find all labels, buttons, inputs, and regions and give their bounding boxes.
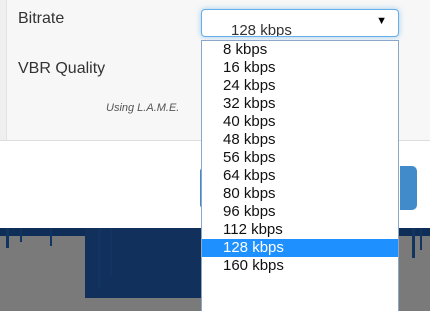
dropdown-option[interactable]: 112 kbps bbox=[202, 221, 398, 239]
waveform-peak bbox=[420, 228, 422, 250]
dropdown-option[interactable]: 32 kbps bbox=[202, 95, 398, 113]
dropdown-option[interactable]: 80 kbps bbox=[202, 185, 398, 203]
dropdown-option[interactable]: 128 kbps bbox=[202, 239, 398, 257]
waveform-peak bbox=[6, 228, 9, 248]
bitrate-select[interactable]: 128 kbps ▼ bbox=[201, 9, 399, 37]
dropdown-option[interactable]: 56 kbps bbox=[202, 149, 398, 167]
dropdown-option[interactable]: 24 kbps bbox=[202, 77, 398, 95]
bitrate-dropdown-list[interactable]: 8 kbps 16 kbps 24 kbps 32 kbps 40 kbps 48 kbp… bbox=[201, 40, 399, 311]
panel-edge bbox=[0, 0, 7, 140]
waveform-peak bbox=[412, 228, 415, 258]
dropdown-option[interactable]: 160 kbps bbox=[202, 257, 398, 275]
waveform-peak bbox=[50, 228, 52, 246]
vbr-quality-label: VBR Quality bbox=[18, 60, 106, 77]
dropdown-option[interactable]: 64 kbps bbox=[202, 167, 398, 185]
dropdown-option[interactable]: 8 kbps bbox=[202, 41, 398, 59]
waveform-peak bbox=[110, 228, 112, 276]
dropdown-option[interactable]: 48 kbps bbox=[202, 131, 398, 149]
chevron-down-icon: ▼ bbox=[376, 15, 387, 27]
dropdown-option[interactable]: 40 kbps bbox=[202, 113, 398, 131]
dropdown-option[interactable]: 16 kbps bbox=[202, 59, 398, 77]
waveform-peak bbox=[98, 228, 101, 288]
bitrate-select-value: 128 kbps bbox=[231, 22, 292, 37]
bitrate-label: Bitrate bbox=[18, 10, 65, 27]
action-button-right[interactable] bbox=[400, 166, 417, 210]
dropdown-option[interactable]: 96 kbps bbox=[202, 203, 398, 221]
encoder-note: Using L.A.M.E. bbox=[106, 102, 180, 114]
waveform-dense-region bbox=[85, 228, 203, 298]
waveform-peak bbox=[20, 228, 22, 242]
